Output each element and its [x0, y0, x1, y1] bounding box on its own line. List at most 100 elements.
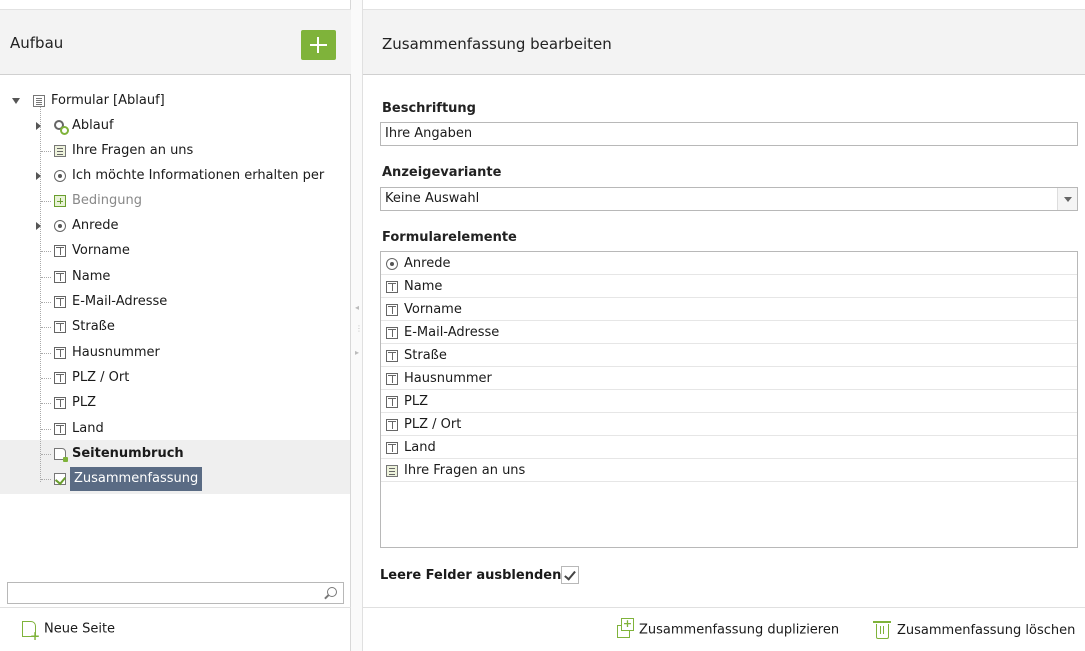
text-field-icon — [54, 321, 66, 333]
text-field-icon — [386, 395, 398, 408]
anzeigevariante-select[interactable]: Keine Auswahl — [380, 187, 1078, 211]
text-field-icon — [386, 418, 398, 431]
delete-label: Zusammenfassung löschen — [897, 623, 1076, 638]
new-page-button[interactable]: Neue Seite — [22, 621, 116, 642]
tree-search-input[interactable] — [7, 582, 344, 604]
text-field-icon — [386, 326, 398, 339]
formularelemente-label: Formularelemente — [382, 230, 517, 245]
tree-branch — [41, 353, 51, 354]
structure-header: Aufbau — [0, 9, 351, 75]
condition-icon — [54, 195, 66, 207]
duplicate-label: Zusammenfassung duplizieren — [639, 622, 840, 638]
chevron-down-icon[interactable] — [1057, 188, 1077, 210]
add-element-button[interactable] — [301, 30, 336, 60]
expand-toggle-informationen[interactable] — [36, 172, 41, 180]
text-field-icon — [386, 441, 398, 454]
new-page-label: Neue Seite — [44, 621, 116, 637]
textarea-icon — [386, 464, 398, 477]
tree-item-name[interactable]: Name — [54, 265, 110, 289]
tree-branch — [41, 201, 51, 202]
tree-item-hausnummer[interactable]: Hausnummer — [54, 341, 160, 365]
expand-toggle-anrede[interactable] — [36, 222, 41, 230]
text-field-icon — [386, 349, 398, 362]
text-field-icon — [386, 303, 398, 316]
formularelemente-list[interactable]: Anrede Name Vorname E-Mail-Adresse Straß… — [380, 251, 1078, 548]
collapse-right-icon[interactable]: ▸ — [355, 348, 359, 357]
list-item[interactable]: Straße — [381, 344, 1077, 367]
list-item-label: Hausnummer — [404, 371, 492, 386]
editor-footer: Zusammenfassung duplizieren Zusammenfass… — [363, 607, 1085, 651]
expand-toggle-root[interactable] — [12, 98, 20, 104]
anzeigevariante-value: Keine Auswahl — [385, 191, 480, 206]
duplicate-summary-button[interactable]: Zusammenfassung duplizieren — [617, 618, 840, 638]
list-item-label: Vorname — [404, 302, 462, 317]
editor-title: Zusammenfassung bearbeiten — [382, 35, 612, 53]
tree-item-plz[interactable]: PLZ — [54, 391, 96, 415]
splitter-grip-icon: ⋮ — [355, 324, 363, 333]
tree-branch — [41, 454, 51, 455]
tree-item-zusammenfassung[interactable]: Zusammenfassung — [54, 467, 203, 491]
tree-branch — [41, 302, 51, 303]
structure-footer: Neue Seite — [0, 607, 351, 651]
new-page-icon — [22, 621, 40, 642]
collapse-left-icon[interactable]: ◂ — [355, 303, 359, 312]
list-item[interactable]: PLZ — [381, 390, 1077, 413]
form-icon — [33, 95, 45, 107]
duplicate-icon — [617, 618, 634, 638]
textarea-icon — [54, 145, 66, 157]
tree-branch — [41, 403, 51, 404]
delete-summary-button[interactable]: Zusammenfassung löschen — [873, 621, 1076, 639]
radio-icon — [54, 220, 66, 232]
tree-root[interactable]: Formular [Ablauf] — [33, 89, 165, 113]
gear-icon — [54, 120, 69, 135]
leere-felder-checkbox[interactable] — [561, 566, 579, 584]
tree-branch — [41, 378, 51, 379]
text-field-icon — [54, 296, 66, 308]
search-icon — [327, 587, 337, 597]
panel-splitter[interactable]: ◂ ⋮ ▸ — [351, 0, 363, 651]
list-item[interactable]: Anrede — [381, 252, 1077, 275]
list-item-label: E-Mail-Adresse — [404, 325, 500, 340]
text-field-icon — [54, 271, 66, 283]
list-item[interactable]: Vorname — [381, 298, 1077, 321]
trash-icon — [873, 621, 891, 639]
structure-title: Aufbau — [10, 34, 64, 52]
radio-icon — [54, 170, 66, 182]
tree-item-plz-ort[interactable]: PLZ / Ort — [54, 366, 129, 390]
tree-item-strasse[interactable]: Straße — [54, 315, 115, 339]
page-break-icon — [54, 448, 68, 462]
text-field-icon — [54, 423, 66, 435]
list-item[interactable]: Name — [381, 275, 1077, 298]
tree-branch — [41, 327, 51, 328]
tree-item-bedingung[interactable]: Bedingung — [54, 189, 142, 213]
tree-item-anrede[interactable]: Anrede — [54, 214, 118, 238]
tree-item-email[interactable]: E-Mail-Adresse — [54, 290, 167, 314]
list-item[interactable]: Land — [381, 436, 1077, 459]
list-item-label: PLZ / Ort — [404, 417, 462, 432]
tree-item-informationen[interactable]: Ich möchte Informationen erhalten per — [54, 164, 324, 188]
radio-icon — [386, 257, 398, 270]
tree-item-ihre-fragen[interactable]: Ihre Fragen an uns — [54, 139, 193, 163]
editor-header: Zusammenfassung bearbeiten — [363, 9, 1085, 75]
beschriftung-input[interactable]: Ihre Angaben — [380, 122, 1078, 146]
list-item-label: Anrede — [404, 256, 451, 271]
tree-branch — [41, 277, 51, 278]
list-item[interactable]: Ihre Fragen an uns — [381, 459, 1077, 482]
list-item[interactable]: PLZ / Ort — [381, 413, 1077, 436]
text-field-icon — [386, 372, 398, 385]
list-item[interactable]: Hausnummer — [381, 367, 1077, 390]
tree-item-vorname[interactable]: Vorname — [54, 239, 130, 263]
list-item-label: Ihre Fragen an uns — [404, 463, 526, 478]
tree-item-seitenumbruch[interactable]: Seitenumbruch — [54, 442, 184, 466]
leere-felder-label: Leere Felder ausblenden — [380, 568, 562, 583]
text-field-icon — [54, 347, 66, 359]
text-field-icon — [386, 280, 398, 293]
summary-icon — [54, 473, 66, 485]
list-item-label: Name — [404, 279, 443, 294]
structure-panel: Aufbau Formular [Ablauf] Ablauf Ihre Fra… — [0, 0, 351, 651]
tree-item-ablauf[interactable]: Ablauf — [54, 114, 114, 138]
tree-item-land[interactable]: Land — [54, 417, 104, 441]
expand-toggle-ablauf[interactable] — [36, 122, 41, 130]
text-field-icon — [54, 372, 66, 384]
list-item[interactable]: E-Mail-Adresse — [381, 321, 1077, 344]
